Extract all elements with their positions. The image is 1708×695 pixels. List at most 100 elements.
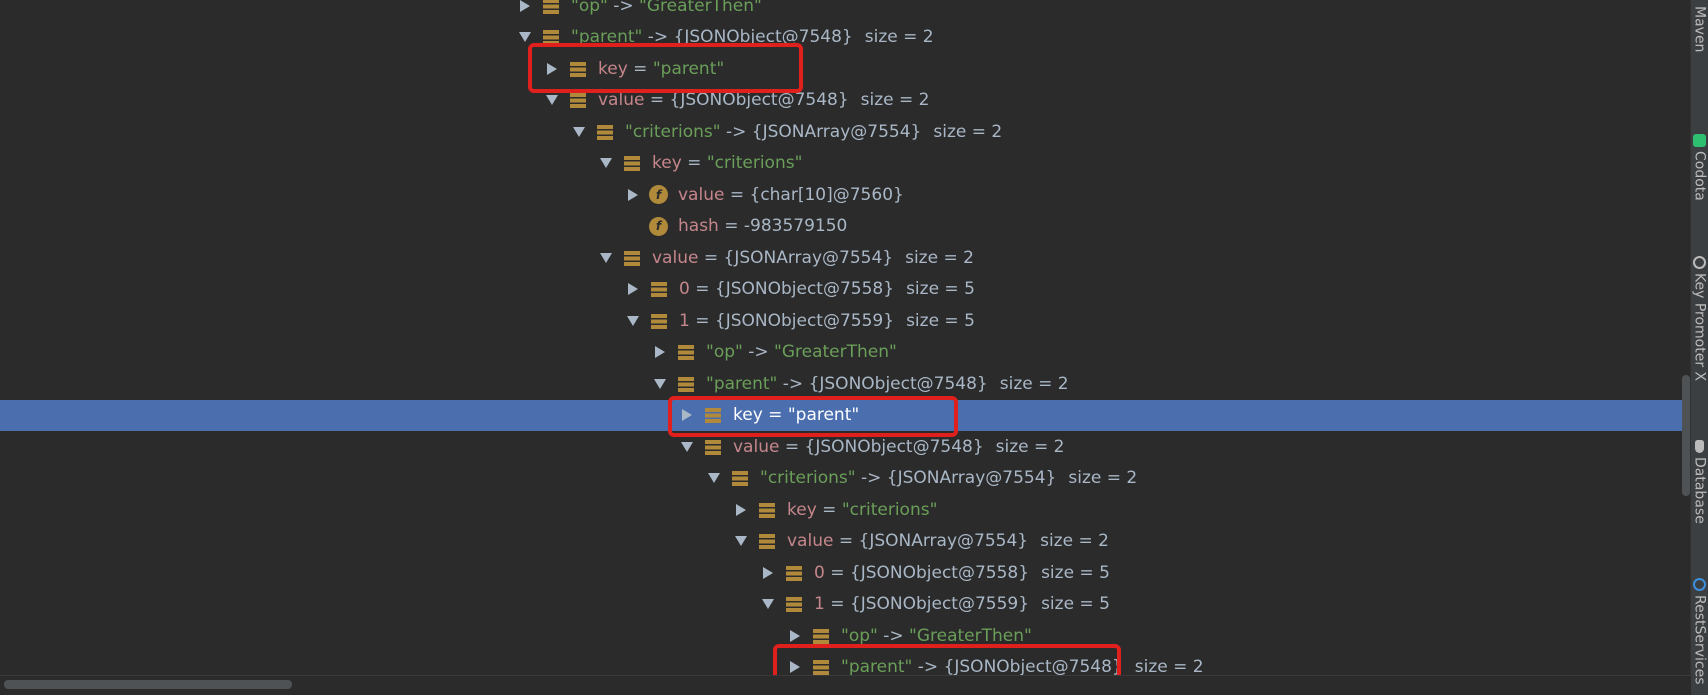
variable-value: {JSONObject@7548} (669, 90, 849, 110)
horizontal-scrollbar-thumb[interactable] (4, 680, 292, 689)
codota-icon (1693, 134, 1706, 147)
tree-row-content: f value = {char[10]@7560} (623, 179, 904, 210)
tab-database[interactable]: Database (1691, 440, 1708, 524)
variable-name: 0 (679, 279, 690, 299)
collapse-arrow-icon[interactable] (650, 374, 670, 394)
size-label: size = 2 (1068, 468, 1138, 488)
tree-row-content: "op" -> "GreaterThen" (785, 620, 1032, 651)
object-field-icon (784, 563, 804, 583)
variable-value: "GreaterThen" (909, 625, 1032, 646)
size-label: size = 5 (906, 310, 975, 331)
variable-name: "op" (706, 342, 743, 362)
collapse-arrow-icon[interactable] (623, 311, 643, 331)
variable-value: {JSONArray@7554} (723, 247, 894, 268)
debugger-variables-tree[interactable]: "op" -> "GreaterThen" "parent" -> {JSONOb… (0, 0, 1691, 676)
variable-name: "parent" (706, 373, 778, 394)
expand-arrow-icon[interactable] (542, 59, 562, 79)
tree-row[interactable]: f hash = -983579150 (0, 211, 1691, 242)
collapse-arrow-icon[interactable] (542, 90, 562, 110)
tree-row-content: value = {JSONObject@7548} size = 2 (677, 431, 1065, 462)
separator: = (689, 279, 715, 299)
collapse-arrow-icon[interactable] (758, 594, 778, 614)
variable-value: "GreaterThen" (774, 342, 897, 362)
collapse-arrow-icon[interactable] (596, 248, 616, 268)
tree-row-content: value = {JSONObject@7548} size = 2 (542, 85, 930, 116)
tree-row[interactable]: key = "parent" (0, 53, 1691, 84)
variable-value: "parent" (787, 405, 860, 425)
variable-value: {JSONObject@7548} (804, 436, 984, 457)
separator: = (689, 310, 715, 331)
expand-arrow-icon[interactable] (731, 500, 751, 520)
tree-row-content: key = "parent" (542, 53, 724, 84)
tree-row[interactable]: "op" -> "GreaterThen" (0, 0, 1691, 21)
expand-arrow-icon[interactable] (650, 342, 670, 362)
tab-key-promoter-x[interactable]: Key Promoter X (1691, 256, 1708, 381)
tree-row[interactable]: 1 = {JSONObject@7559} size = 5 (0, 305, 1691, 336)
tree-row[interactable]: "parent" -> {JSONObject@7548} size = 2 (0, 368, 1691, 399)
size-label: size = 2 (860, 90, 930, 110)
tree-row[interactable]: "parent" -> {JSONObject@7548} size = 2 (0, 652, 1691, 676)
collapse-arrow-icon[interactable] (704, 468, 724, 488)
variable-name: key (733, 405, 763, 425)
tab-maven[interactable]: Maven (1691, 2, 1708, 52)
tab-rest-services[interactable]: RestServices (1691, 578, 1708, 685)
toggle-spacer (623, 216, 643, 236)
separator: -> (642, 27, 674, 47)
variable-value: "GreaterThen" (639, 0, 762, 16)
variable-name: value (678, 184, 725, 205)
tree-row[interactable]: key = "criterions" (0, 494, 1691, 525)
tab-codota[interactable]: Codota (1691, 134, 1708, 201)
variable-value: {JSONArray@7554} (858, 531, 1029, 551)
tree-row[interactable]: 0 = {JSONObject@7558} size = 5 (0, 274, 1691, 305)
tree-row[interactable]: value = {JSONArray@7554} size = 2 (0, 526, 1691, 557)
variable-value: "criterions" (841, 499, 938, 520)
tree-row[interactable]: "criterions" -> {JSONArray@7554} size = 2 (0, 463, 1691, 494)
separator: = (824, 594, 850, 614)
variable-name: "op" (841, 625, 878, 646)
expand-arrow-icon[interactable] (515, 0, 535, 16)
separator: = (718, 216, 744, 236)
variable-name: key (598, 58, 628, 79)
vertical-scrollbar-thumb[interactable] (1682, 375, 1690, 496)
collapse-arrow-icon[interactable] (515, 27, 535, 47)
expand-arrow-icon[interactable] (623, 279, 643, 299)
key-promoter-icon (1693, 256, 1706, 269)
tree-row[interactable]: key = "parent" (0, 399, 1691, 431)
size-label: size = 5 (906, 279, 975, 299)
separator: -> (777, 373, 809, 394)
tree-row-content: f hash = -983579150 (623, 211, 847, 242)
collapse-arrow-icon[interactable] (731, 531, 751, 551)
object-field-icon (649, 279, 669, 299)
tree-row[interactable]: value = {JSONArray@7554} size = 2 (0, 242, 1691, 273)
tree-row[interactable]: f value = {char[10]@7560} (0, 179, 1691, 210)
collapse-arrow-icon[interactable] (677, 437, 697, 457)
variable-value: {JSONObject@7559} (714, 310, 895, 331)
expand-arrow-icon[interactable] (785, 626, 805, 646)
tree-row[interactable]: "op" -> "GreaterThen" (0, 337, 1691, 368)
tree-row[interactable]: key = "criterions" (0, 148, 1691, 179)
rest-services-icon (1693, 578, 1706, 591)
separator: -> (607, 0, 640, 16)
variable-name: "parent" (841, 657, 913, 676)
variable-name: 1 (679, 310, 690, 331)
size-label: size = 5 (1041, 562, 1110, 583)
tree-row[interactable]: 1 = {JSONObject@7559} size = 5 (0, 589, 1691, 620)
size-label: size = 2 (933, 121, 1003, 142)
horizontal-scrollbar[interactable] (0, 675, 1691, 695)
expand-arrow-icon[interactable] (677, 405, 697, 425)
collapse-arrow-icon[interactable] (569, 122, 589, 142)
tree-row[interactable]: "parent" -> {JSONObject@7548} size = 2 (0, 22, 1691, 53)
expand-arrow-icon[interactable] (785, 657, 805, 676)
expand-arrow-icon[interactable] (623, 185, 643, 205)
tab-database-label: Database (1691, 457, 1708, 524)
expand-arrow-icon[interactable] (758, 563, 778, 583)
separator: = (627, 58, 653, 79)
collapse-arrow-icon[interactable] (596, 153, 616, 173)
tree-row[interactable]: "criterions" -> {JSONArray@7554} size = 2 (0, 116, 1691, 147)
tree-row-content: 0 = {JSONObject@7558} size = 5 (623, 274, 975, 305)
tree-row[interactable]: "op" -> "GreaterThen" (0, 620, 1691, 651)
tree-row[interactable]: value = {JSONObject@7548} size = 2 (0, 431, 1691, 462)
tree-row[interactable]: 0 = {JSONObject@7558} size = 5 (0, 557, 1691, 588)
tree-row[interactable]: value = {JSONObject@7548} size = 2 (0, 85, 1691, 116)
separator: = (833, 531, 859, 551)
